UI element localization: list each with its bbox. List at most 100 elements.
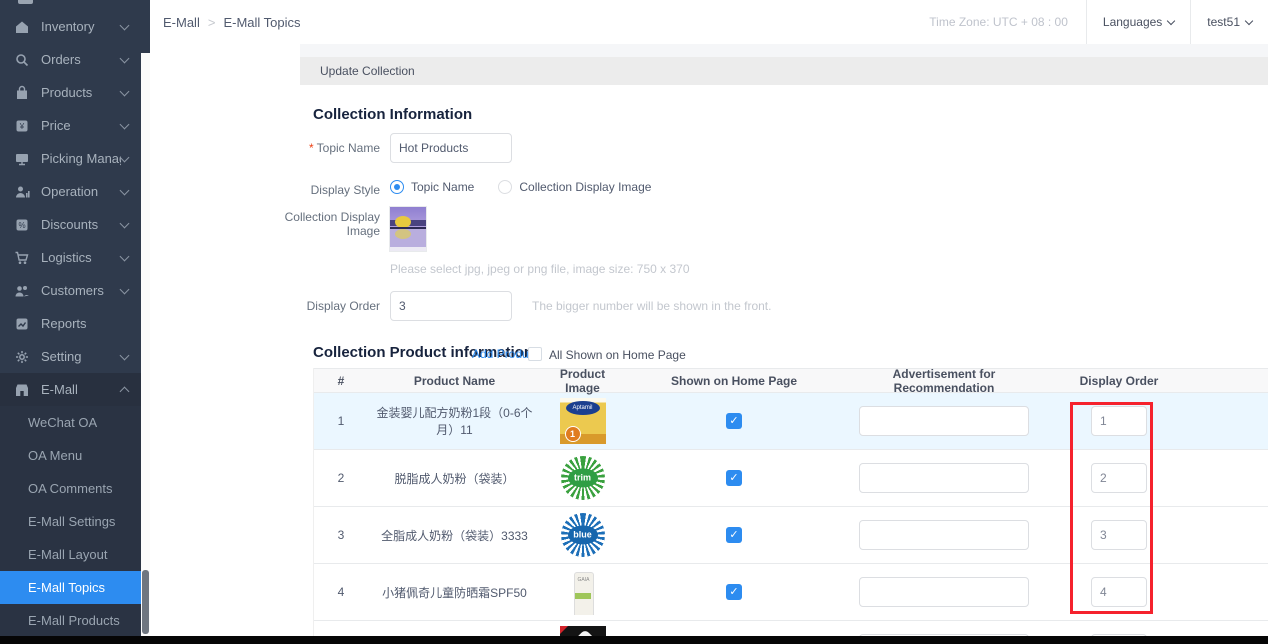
- collection-display-image-label: Collection Display Image: [150, 210, 380, 238]
- sidebar-item-e-mall-settings[interactable]: E-Mall Settings: [0, 505, 141, 538]
- table-row: 5 Delete: [314, 621, 1268, 636]
- column-header-product-name: Product Name: [368, 374, 541, 388]
- sidebar-scrollbar-thumb[interactable]: [142, 570, 149, 634]
- customers-icon: [14, 283, 30, 299]
- update-collection-bar: Update Collection: [300, 57, 1268, 85]
- radio-option-topic-name[interactable]: Topic Name: [390, 180, 474, 194]
- sidebar-item-wechat-oa[interactable]: WeChat OA: [0, 406, 141, 439]
- chevron-down-icon: [120, 185, 130, 195]
- all-shown-label: All Shown on Home Page: [549, 348, 686, 362]
- sidebar-item-inventory[interactable]: Inventory: [0, 10, 150, 43]
- shown-on-home-page-checkbox[interactable]: [726, 470, 742, 486]
- discount-icon: %: [14, 217, 30, 233]
- chevron-down-icon: [120, 119, 130, 129]
- chevron-down-icon: [120, 218, 130, 228]
- required-asterisk: *: [309, 141, 314, 155]
- product-table: # Product Name Product Image Shown on Ho…: [313, 368, 1268, 636]
- advertisement-input[interactable]: [859, 406, 1029, 436]
- aptamil-formula-box-image: [560, 398, 606, 444]
- chevron-down-icon: [1167, 16, 1175, 24]
- bag-icon: [14, 85, 30, 101]
- user-dropdown[interactable]: test51: [1191, 0, 1268, 44]
- sidebar-item-e-mall-products[interactable]: E-Mall Products: [0, 604, 141, 637]
- chevron-down-icon: [1245, 16, 1253, 24]
- advertisement-input[interactable]: [859, 463, 1029, 493]
- radio-label: Collection Display Image: [519, 180, 651, 194]
- row-number: 2: [314, 471, 368, 485]
- breadcrumb-separator: >: [208, 15, 216, 30]
- e-mall-submenu: WeChat OA OA Menu OA Comments E-Mall Set…: [0, 406, 141, 637]
- chevron-down-icon: [120, 284, 130, 294]
- display-order-hint: The bigger number will be shown in the f…: [532, 299, 771, 313]
- price-tag-icon: ¥: [14, 118, 30, 134]
- sidebar-item-oa-menu[interactable]: OA Menu: [0, 439, 141, 472]
- chevron-down-icon: [120, 86, 130, 96]
- sidebar-item-label: E-Mall: [41, 382, 121, 397]
- sidebar-item-e-mall-topics[interactable]: E-Mall Topics: [0, 571, 141, 604]
- radio-label: Topic Name: [411, 180, 474, 194]
- shown-on-home-page-checkbox[interactable]: [726, 584, 742, 600]
- sidebar-item-label: Customers: [41, 283, 121, 298]
- advertisement-input[interactable]: [859, 520, 1029, 550]
- sidebar-scrollbar: [141, 53, 150, 636]
- sidebar-item-e-mall-layout[interactable]: E-Mall Layout: [0, 538, 141, 571]
- sidebar-item-discounts[interactable]: % Discounts: [0, 208, 150, 241]
- sidebar-item-reports[interactable]: Reports: [0, 307, 150, 340]
- languages-dropdown[interactable]: Languages: [1087, 0, 1190, 44]
- topbar: E-Mall > E-Mall Topics Time Zone: UTC + …: [150, 0, 1268, 44]
- submenu-label: E-Mall Settings: [28, 514, 115, 529]
- all-shown-checkbox[interactable]: [528, 347, 542, 361]
- display-style-label: Display Style: [150, 183, 380, 197]
- product-name: 金装婴儿配方奶粉1段（0-6个月）11: [368, 404, 541, 438]
- tshirt-image: [560, 626, 606, 636]
- radio-selected-icon[interactable]: [390, 180, 404, 194]
- table-row: 3 全脂成人奶粉（袋装）3333 Delete: [314, 507, 1268, 564]
- advertisement-input[interactable]: [859, 577, 1029, 607]
- sidebar-item-label: Operation: [41, 184, 121, 199]
- sidebar-menu: Inventory Orders Products ¥ Price Pickin…: [0, 10, 150, 637]
- sidebar-item-e-mall[interactable]: E-Mall: [0, 373, 150, 406]
- radio-unselected-icon[interactable]: [498, 180, 512, 194]
- sidebar-item-oa-comments[interactable]: OA Comments: [0, 472, 141, 505]
- collection-display-photo[interactable]: [390, 207, 426, 251]
- sidebar-item-products[interactable]: Products: [0, 76, 150, 109]
- gear-icon: [14, 349, 30, 365]
- row-display-order-input[interactable]: [1091, 577, 1147, 607]
- sidebar-item-label: Price: [41, 118, 121, 133]
- radio-option-collection-display-image[interactable]: Collection Display Image: [498, 180, 651, 194]
- display-order-label: Display Order: [150, 299, 380, 313]
- row-number: 3: [314, 528, 368, 542]
- sidebar-item-picking-manage[interactable]: Picking Manage: [0, 142, 150, 175]
- bottom-black-bar: [0, 636, 1268, 644]
- shown-on-home-page-checkbox[interactable]: [726, 413, 742, 429]
- sidebar-item-setting[interactable]: Setting: [0, 340, 150, 373]
- display-order-input[interactable]: [390, 291, 512, 321]
- topic-name-input[interactable]: [390, 133, 512, 163]
- row-number: 4: [314, 585, 368, 599]
- breadcrumb-root[interactable]: E-Mall: [163, 15, 200, 30]
- trim-milk-powder-bag-image: [560, 455, 606, 501]
- sidebar-item-price[interactable]: ¥ Price: [0, 109, 150, 142]
- sidebar-item-orders[interactable]: Orders: [0, 43, 150, 76]
- row-display-order-input[interactable]: [1091, 520, 1147, 550]
- image-upload-hint: Please select jpg, jpeg or png file, ima…: [390, 262, 690, 276]
- display-style-radio-group: Topic Name Collection Display Image: [390, 180, 651, 194]
- topic-name-label: *Topic Name: [150, 141, 380, 155]
- row-display-order-input[interactable]: [1091, 463, 1147, 493]
- submenu-label: OA Comments: [28, 481, 113, 496]
- row-display-order-input[interactable]: [1091, 406, 1147, 436]
- blue-milk-powder-bag-image: [560, 512, 606, 558]
- shown-on-home-page-checkbox[interactable]: [726, 527, 742, 543]
- column-header-advertisement: Advertisement for Recommendation: [844, 368, 1044, 395]
- submenu-label: E-Mall Products: [28, 613, 120, 628]
- sidebar-item-customers[interactable]: Customers: [0, 274, 150, 307]
- submenu-label: E-Mall Topics: [28, 580, 105, 595]
- svg-text:¥: ¥: [19, 122, 25, 131]
- chevron-down-icon: [120, 350, 130, 360]
- breadcrumb-current: E-Mall Topics: [223, 15, 300, 30]
- sidebar-item-operation[interactable]: Operation: [0, 175, 150, 208]
- sidebar-item-logistics[interactable]: Logistics: [0, 241, 150, 274]
- chevron-up-icon: [120, 386, 130, 396]
- column-header-shown-on-home-page: Shown on Home Page: [624, 374, 844, 388]
- operator-icon: [14, 184, 30, 200]
